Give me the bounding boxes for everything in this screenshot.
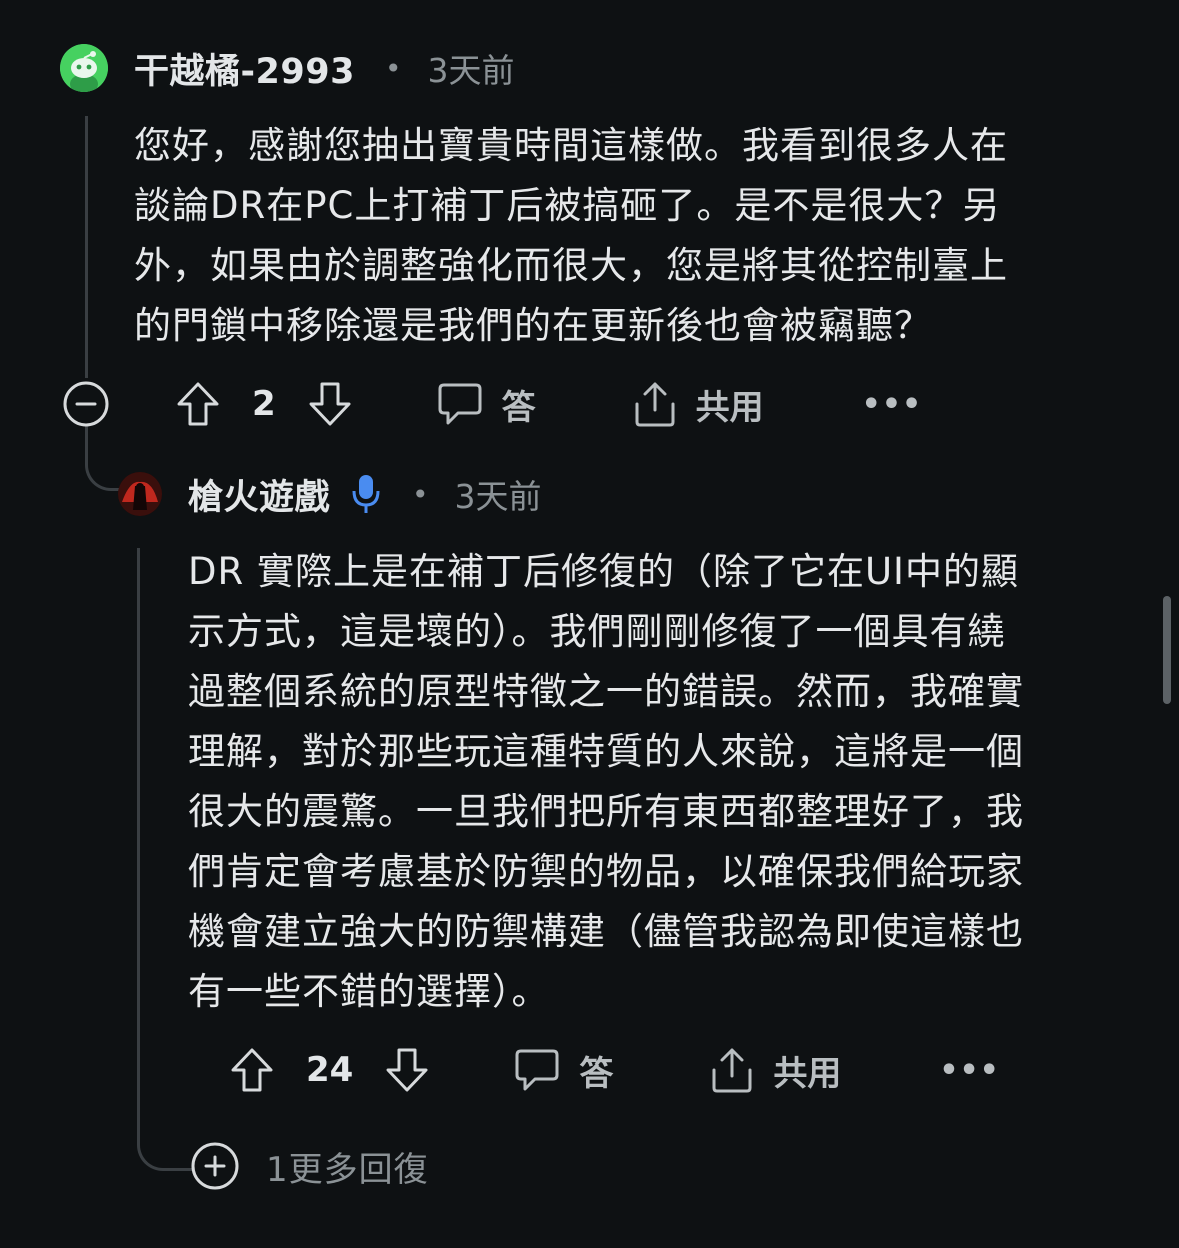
plus-circle-icon <box>191 1142 239 1190</box>
reply-button[interactable]: 答 <box>436 380 536 429</box>
comment-line: 您好，感謝您抽出寶貴時間這樣做。我看到很多人在 <box>134 124 1008 167</box>
microphone-icon <box>350 473 382 515</box>
more-options-icon[interactable]: ••• <box>862 387 923 422</box>
share-button[interactable]: 共用 <box>632 380 764 429</box>
thread-line-1 <box>85 116 88 378</box>
upvote-button[interactable] <box>172 378 224 430</box>
comment-line: 過整個系統的原型特徵之一的錯誤。然而，我確實 <box>188 670 1024 713</box>
comment-line: 理解，對於那些玩這種特質的人來說，這將是一個 <box>188 730 1024 773</box>
timestamp: 3天前 <box>427 51 515 90</box>
downvote-arrow-icon <box>309 382 351 426</box>
comment-header: 干越橘-2993 • 3天前 <box>134 44 514 92</box>
upvote-button[interactable] <box>226 1044 278 1096</box>
username[interactable]: 干越橘-2993 <box>134 43 355 94</box>
downvote-button[interactable] <box>304 378 356 430</box>
comment-body: 您好，感謝您抽出寶貴時間這樣做。我看到很多人在 談論DR在PC上打補丁后被搞砸了… <box>134 116 1008 356</box>
comment-actions: 2 答 共用 ••• <box>172 378 922 430</box>
user-avatar[interactable] <box>60 44 108 92</box>
more-replies-label: 1更多回復 <box>266 1149 429 1190</box>
comment-header: 槍火遊戲 • 3天前 <box>188 470 542 518</box>
comment-line: 外，如果由於調整強化而很大，您是將其從控制臺上 <box>134 244 1008 287</box>
comment-body: DR 實際上是在補丁后修復的（除了它在UI中的顯 示方式，這是壞的）。我們剛剛修… <box>188 542 1024 1022</box>
comment-actions: 24 答 共用 ••• <box>226 1044 1000 1096</box>
share-icon <box>635 382 675 427</box>
more-replies-button[interactable]: 1更多回復 <box>190 1140 429 1192</box>
share-label: 共用 <box>695 387 764 428</box>
comment-line: 談論DR在PC上打補丁后被搞砸了。是不是很大？另 <box>134 184 1001 227</box>
username[interactable]: 槍火遊戲 <box>188 469 330 520</box>
separator-dot: • <box>412 477 429 511</box>
reply-label: 答 <box>579 1053 614 1094</box>
author-avatar[interactable] <box>118 472 162 516</box>
more-options-icon[interactable]: ••• <box>939 1053 1000 1088</box>
timestamp: 3天前 <box>454 477 542 516</box>
share-label: 共用 <box>773 1053 842 1094</box>
reply-label: 答 <box>501 387 536 428</box>
snoo-avatar-icon <box>60 44 108 92</box>
comment-line: DR 實際上是在補丁后修復的（除了它在UI中的顯 <box>188 550 1019 593</box>
comment-line: 的門鎖中移除還是我們的在更新後也會被竊聽？ <box>134 304 932 347</box>
comment-bubble-icon <box>515 1049 559 1091</box>
comment-line: 有一些不錯的選擇）。 <box>188 970 550 1013</box>
scrollbar[interactable] <box>1163 596 1171 704</box>
comment-line: 們肯定會考慮基於防禦的物品，以確保我們給玩家 <box>188 850 1024 893</box>
upvote-arrow-icon <box>231 1048 273 1092</box>
comment-bubble-icon <box>438 383 482 425</box>
downvote-arrow-icon <box>386 1048 428 1092</box>
vote-count: 24 <box>306 1050 354 1090</box>
vote-count: 2 <box>252 384 276 424</box>
comment-line: 示方式，這是壞的）。我們剛剛修復了一個具有繞 <box>188 610 1006 653</box>
separator-dot: • <box>384 51 402 85</box>
upvote-arrow-icon <box>177 382 219 426</box>
comment-line: 很大的震驚。一旦我們把所有東西都整理好了，我 <box>188 790 1024 833</box>
gunfire-logo-icon <box>118 472 162 516</box>
collapse-button[interactable] <box>62 380 110 428</box>
minus-circle-icon <box>63 381 109 427</box>
thread-connector-2 <box>137 548 192 1171</box>
share-icon <box>712 1048 752 1093</box>
share-button[interactable]: 共用 <box>709 1046 841 1095</box>
comment-line: 機會建立強大的防禦構建（儘管我認為即使這樣也 <box>188 910 1024 953</box>
comment-thread: 干越橘-2993 • 3天前 您好，感謝您抽出寶貴時間這樣做。我看到很多人在 談… <box>0 0 1179 1248</box>
reply-button[interactable]: 答 <box>513 1046 613 1095</box>
downvote-button[interactable] <box>381 1044 433 1096</box>
thread-connector-1 <box>85 426 120 491</box>
